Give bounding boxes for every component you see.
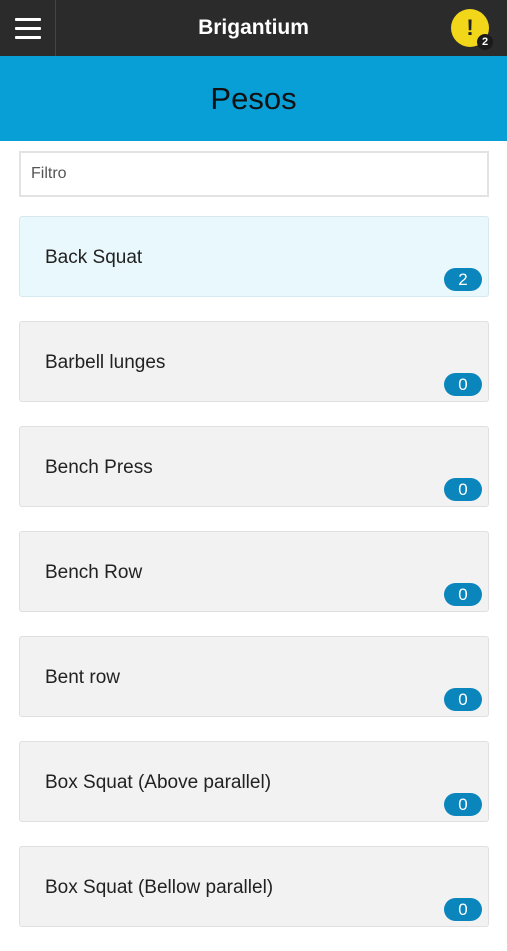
filter-input[interactable] — [19, 151, 489, 197]
list-item-back-squat[interactable]: Back Squat 2 — [19, 216, 489, 297]
page-header: Pesos — [0, 56, 507, 141]
exclamation-alert-icon[interactable]: ! 2 — [451, 9, 493, 50]
count-badge: 0 — [444, 478, 482, 501]
count-badge: 0 — [444, 793, 482, 816]
list-item-label: Bench Press — [45, 457, 153, 478]
page-title: Pesos — [210, 81, 297, 116]
count-badge: 0 — [444, 583, 482, 606]
app-title: Brigantium — [198, 16, 309, 39]
list-item-label: Bent row — [45, 667, 120, 688]
list-item-label: Bench Row — [45, 562, 143, 583]
list-item-bent-row[interactable]: Bent row 0 — [19, 636, 489, 717]
list-item-label: Back Squat — [45, 247, 143, 268]
count-badge: 0 — [444, 373, 482, 396]
count-badge: 0 — [444, 688, 482, 711]
list-item-box-squat-bellow[interactable]: Box Squat (Bellow parallel) 0 — [19, 846, 489, 927]
exercise-list: Back Squat 2 Barbell lunges 0 Bench Pres… — [19, 216, 489, 951]
count-badge: 0 — [444, 898, 482, 921]
list-item-bench-row[interactable]: Bench Row 0 — [19, 531, 489, 612]
list-item-label: Box Squat (Above parallel) — [45, 772, 272, 793]
list-item-label: Box Squat (Bellow parallel) — [45, 877, 274, 898]
list-item-label: Barbell lunges — [45, 352, 166, 373]
count-badge: 2 — [444, 268, 482, 291]
list-item-bench-press[interactable]: Bench Press 0 — [19, 426, 489, 507]
list-item-barbell-lunges[interactable]: Barbell lunges 0 — [19, 321, 489, 402]
alert-count-badge: 2 — [477, 34, 493, 50]
top-navigation-bar: Brigantium ! 2 — [0, 0, 507, 56]
list-item-box-squat-above[interactable]: Box Squat (Above parallel) 0 — [19, 741, 489, 822]
